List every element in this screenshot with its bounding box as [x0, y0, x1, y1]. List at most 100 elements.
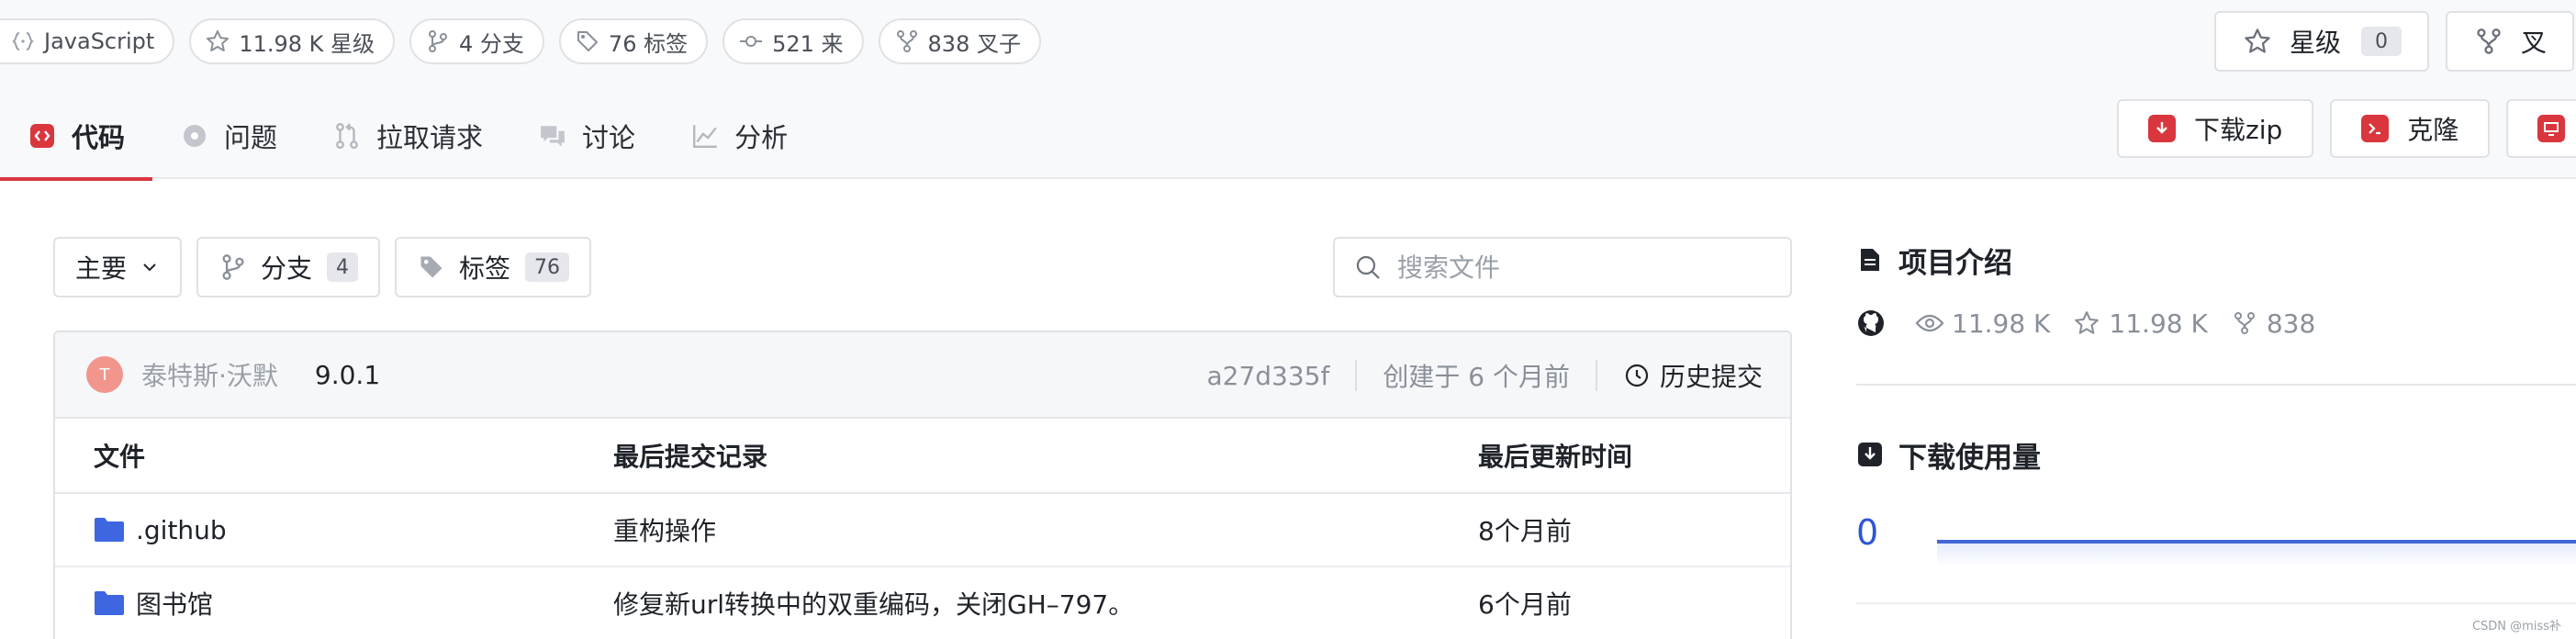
divider	[1856, 602, 2576, 604]
row-commit-message[interactable]: 重构操作	[613, 511, 716, 548]
tab-issues[interactable]: 问题	[152, 92, 305, 179]
fork-button-label: 叉	[2521, 28, 2548, 58]
download-actions: 下载zip 克隆	[2117, 99, 2576, 158]
tags-count-badge: 76	[525, 252, 570, 282]
branches-button-label: 分支	[261, 253, 313, 284]
divider	[1595, 360, 1597, 391]
repo-actions: 星级 0 叉	[2214, 11, 2575, 72]
tags-chip[interactable]: 76 标签	[558, 18, 709, 64]
file-name[interactable]: .github	[136, 515, 227, 545]
commit-time: 创建于 6 个月前	[1383, 362, 1570, 392]
fork-icon	[2473, 26, 2504, 57]
language-chip[interactable]: JavaScript	[0, 18, 175, 64]
commits-chip[interactable]: 521 来	[722, 18, 864, 64]
tab-discussions-label: 讨论	[582, 121, 636, 153]
table-header: 文件 最后提交记录 最后更新时间	[55, 419, 1790, 494]
stars-label: 11.98 K 星级	[239, 30, 375, 57]
branch-icon	[218, 252, 248, 282]
repo-tabs: 代码 问题 拉取请求 讨论 分析	[0, 92, 815, 181]
branches-count-badge: 4	[327, 252, 359, 282]
star-count-badge: 0	[2361, 27, 2402, 56]
tab-pull-requests-label: 拉取请求	[376, 121, 484, 153]
watch-count: 11.98 K	[1952, 308, 2051, 339]
code-icon	[28, 121, 57, 151]
stars-chip[interactable]: 11.98 K 星级	[189, 18, 396, 64]
download-zip-label: 下载zip	[2194, 115, 2283, 145]
star-icon	[2242, 26, 2273, 57]
github-link[interactable]	[1856, 308, 1893, 338]
header-updated: 最后更新时间	[1478, 442, 1633, 472]
row-updated: 8个月前	[1478, 516, 1572, 546]
code-braces-icon	[9, 28, 37, 55]
clone-button[interactable]: 克隆	[2330, 99, 2491, 158]
row-commit-message[interactable]: 修复新url转换中的双重编码，关闭GH–797。	[613, 585, 1134, 622]
forks-chip[interactable]: 838 叉子	[878, 18, 1041, 64]
tab-discussions[interactable]: 讨论	[510, 92, 663, 179]
tag-icon	[417, 252, 446, 282]
file-name-cell[interactable]: .github	[94, 515, 227, 545]
history-link[interactable]: 历史提交	[1623, 357, 1763, 394]
star-count: 11.98 K	[2109, 308, 2208, 339]
commits-label: 521 来	[772, 30, 844, 57]
intro-heading: 项目介绍	[1856, 239, 2576, 281]
commit-message[interactable]: 9.0.1	[315, 360, 380, 390]
forks-label: 838 叉子	[927, 30, 1021, 57]
fork-button[interactable]: 叉	[2446, 11, 2575, 72]
ide-button[interactable]	[2506, 99, 2576, 158]
fork-count: 838	[2266, 308, 2316, 339]
star-icon	[2072, 308, 2101, 338]
github-icon	[1856, 308, 1886, 338]
repo-header: JavaScript 11.98 K 星级 4 分支 76 标签 521 来 8…	[0, 0, 2576, 181]
branches-button[interactable]: 分支 4	[196, 237, 381, 297]
fork-icon	[2230, 308, 2259, 338]
analytics-icon	[690, 121, 720, 151]
commit-author[interactable]: 泰特斯·沃默	[141, 356, 278, 393]
divider	[1355, 360, 1358, 391]
pull-request-icon	[332, 121, 362, 151]
search-input[interactable]	[1397, 252, 1764, 283]
clock-icon	[1623, 362, 1651, 389]
header-file: 文件	[94, 442, 146, 472]
file-name[interactable]: 图书馆	[136, 585, 213, 622]
star-button[interactable]: 星级 0	[2214, 11, 2430, 72]
downloads-chart-area	[1937, 544, 2576, 567]
language-label: JavaScript	[44, 28, 155, 54]
tag-icon	[574, 28, 601, 55]
file-search[interactable]	[1333, 237, 1792, 297]
table-row[interactable]: 图书馆 修复新url转换中的双重编码，关闭GH–797。 6个月前	[55, 567, 1790, 639]
table-row[interactable]: .github 重构操作 8个月前	[55, 494, 1790, 567]
branch-select[interactable]: 主要	[53, 237, 183, 297]
watermark: CSDN @miss补	[2471, 620, 2561, 633]
tab-issues-label: 问题	[224, 121, 278, 153]
branches-chip[interactable]: 4 分支	[409, 18, 544, 64]
tags-button[interactable]: 标签 76	[395, 237, 592, 297]
watch-stat[interactable]: 11.98 K	[1915, 308, 2050, 339]
commit-sha[interactable]: a27d335f	[1206, 361, 1329, 391]
tab-analytics[interactable]: 分析	[663, 92, 815, 179]
fork-stat[interactable]: 838	[2230, 308, 2315, 339]
star-stat[interactable]: 11.98 K	[2072, 308, 2208, 339]
history-label: 历史提交	[1659, 362, 1763, 392]
downloads-heading: 下载使用量	[1856, 433, 2041, 476]
tab-code-label: 代码	[72, 121, 126, 153]
downloads-count: 0	[1856, 512, 1879, 553]
downloads-chart-line	[1937, 540, 2576, 544]
divider	[1856, 384, 2576, 386]
commit-meta: a27d335f 创建于 6 个月前 历史提交	[1206, 332, 1763, 419]
tags-label: 76 标签	[608, 30, 689, 57]
star-icon	[204, 28, 231, 55]
commit-icon	[737, 28, 765, 55]
search-icon	[1351, 251, 1384, 284]
tab-pull-requests[interactable]: 拉取请求	[305, 92, 510, 179]
file-name-cell[interactable]: 图书馆	[94, 585, 213, 622]
avatar[interactable]: T	[86, 356, 123, 393]
branch-icon	[424, 28, 452, 55]
tab-analytics-label: 分析	[734, 121, 789, 153]
clone-label: 克隆	[2407, 115, 2459, 145]
eye-icon	[1915, 308, 1944, 338]
download-zip-button[interactable]: 下载zip	[2117, 99, 2314, 158]
folder-icon	[94, 517, 125, 543]
file-table: T 泰特斯·沃默 9.0.1 a27d335f 创建于 6 个月前 历史提交 文…	[53, 331, 1792, 639]
fork-icon	[893, 28, 921, 55]
tab-code[interactable]: 代码	[0, 92, 153, 181]
